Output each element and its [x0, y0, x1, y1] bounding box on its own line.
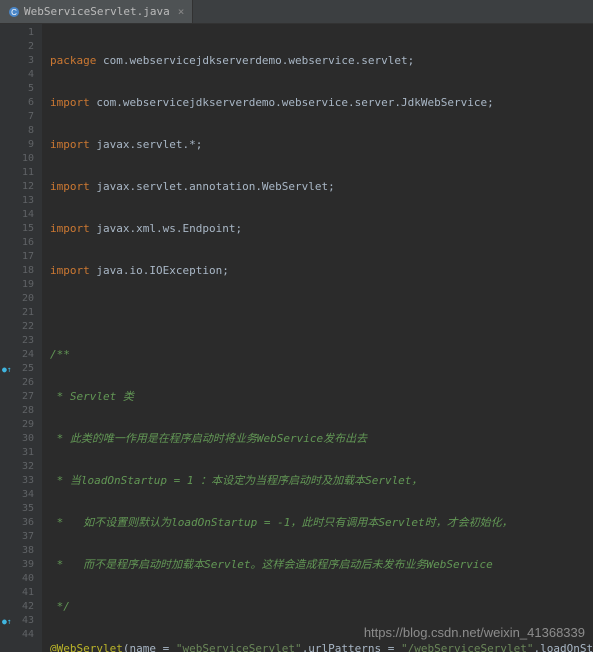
tab-bar: C WebServiceServlet.java ×	[0, 0, 593, 24]
line-number: 40	[0, 572, 34, 586]
line-number: 15	[0, 222, 34, 236]
override-marker-icon[interactable]: ●↑	[2, 615, 12, 629]
line-number: 33	[0, 474, 34, 488]
line-number: 6	[0, 96, 34, 110]
line-number: 28	[0, 404, 34, 418]
line-number: 3	[0, 54, 34, 68]
line-number: ●↑43	[0, 614, 34, 628]
line-number: 35	[0, 502, 34, 516]
line-number: 16	[0, 236, 34, 250]
line-number: 32	[0, 460, 34, 474]
line-number: 21	[0, 306, 34, 320]
line-number: 5	[0, 82, 34, 96]
line-number: 20	[0, 292, 34, 306]
line-number: 19	[0, 278, 34, 292]
line-number: 23	[0, 334, 34, 348]
line-number: 30	[0, 432, 34, 446]
line-number: 38	[0, 544, 34, 558]
line-number: 18	[0, 264, 34, 278]
tab-filename: WebServiceServlet.java	[24, 5, 170, 18]
line-number: 39	[0, 558, 34, 572]
line-number: 11	[0, 166, 34, 180]
line-number: 10	[0, 152, 34, 166]
line-number: 34	[0, 488, 34, 502]
line-number: 22	[0, 320, 34, 334]
line-number: 42	[0, 600, 34, 614]
line-number: 14	[0, 208, 34, 222]
line-number: 2	[0, 40, 34, 54]
line-number: 26	[0, 376, 34, 390]
line-number: ●↑25	[0, 362, 34, 376]
line-number: 29	[0, 418, 34, 432]
line-number: 31	[0, 446, 34, 460]
line-number: 36	[0, 516, 34, 530]
line-number: 24	[0, 348, 34, 362]
close-icon[interactable]: ×	[178, 5, 185, 18]
line-number: 37	[0, 530, 34, 544]
code-editor[interactable]: package com.webservicejdkserverdemo.webs…	[42, 24, 593, 652]
gutter: 1 2 3 4 5 6 7 8 9 10 11 12 13 14 15 16 1…	[0, 24, 42, 652]
line-number: 41	[0, 586, 34, 600]
svg-text:C: C	[11, 8, 17, 17]
file-tab[interactable]: C WebServiceServlet.java ×	[0, 0, 193, 23]
line-number: 8	[0, 124, 34, 138]
line-number: 44	[0, 628, 34, 642]
line-number: 1	[0, 26, 34, 40]
line-number: 4	[0, 68, 34, 82]
java-class-icon: C	[8, 6, 20, 18]
line-number: 13	[0, 194, 34, 208]
line-number: 9	[0, 138, 34, 152]
line-number: 12	[0, 180, 34, 194]
watermark: https://blog.csdn.net/weixin_41368339	[364, 625, 585, 640]
override-marker-icon[interactable]: ●↑	[2, 363, 12, 377]
line-number: 7	[0, 110, 34, 124]
line-number: 27	[0, 390, 34, 404]
editor-area: 1 2 3 4 5 6 7 8 9 10 11 12 13 14 15 16 1…	[0, 24, 593, 652]
line-number: 17	[0, 250, 34, 264]
